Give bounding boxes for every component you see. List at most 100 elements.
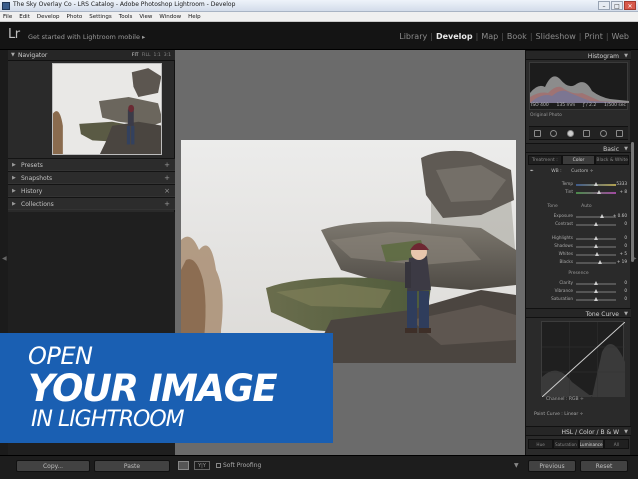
vibrance-slider[interactable]: Vibrance 0: [528, 288, 629, 296]
blacks-slider[interactable]: Blacks + 19: [528, 259, 629, 267]
auto-button[interactable]: Auto: [581, 204, 591, 209]
tint-knob[interactable]: [597, 190, 601, 194]
exposure-slider[interactable]: Exposure + 0.60: [528, 213, 629, 221]
hsl-tab-saturation[interactable]: Saturation: [553, 439, 579, 449]
clarity-value[interactable]: 0: [624, 280, 627, 285]
shadows-value[interactable]: 0: [624, 243, 627, 248]
graduated-filter-icon[interactable]: [583, 129, 591, 137]
saturation-value[interactable]: 0: [624, 296, 627, 301]
highlights-slider[interactable]: Highlights 0: [528, 235, 629, 243]
soft-proofing-checkbox[interactable]: Soft Proofing: [216, 462, 261, 469]
temp-slider[interactable]: Temp 5333: [528, 181, 629, 189]
module-develop[interactable]: Develop: [433, 32, 476, 41]
history-section[interactable]: ▶ History ×: [8, 184, 175, 197]
original-photo-checkbox[interactable]: Original Photo: [530, 113, 562, 118]
tint-value[interactable]: + 8: [619, 189, 627, 194]
menu-help[interactable]: Help: [188, 12, 201, 21]
plus-icon[interactable]: +: [164, 174, 170, 182]
reset-button[interactable]: Reset: [580, 460, 628, 472]
navigator-preview[interactable]: [52, 63, 162, 155]
collections-section[interactable]: ▶ Collections +: [8, 197, 175, 210]
highlights-value[interactable]: 0: [624, 235, 627, 240]
hsl-tab-luminance[interactable]: Luminance: [578, 439, 604, 449]
module-library[interactable]: Library: [396, 32, 430, 41]
highlights-knob[interactable]: [594, 236, 598, 240]
hsl-tab-all[interactable]: All: [603, 439, 629, 449]
navigator-header[interactable]: ▼ Navigator FIT FILL 1:1 3:1: [8, 50, 175, 61]
module-web[interactable]: Web: [609, 32, 632, 41]
contrast-knob[interactable]: [594, 222, 598, 226]
loupe-view-icon[interactable]: [178, 461, 189, 470]
exposure-knob[interactable]: [600, 214, 604, 218]
tone-curve-graph[interactable]: [541, 321, 625, 397]
wb-dropdown[interactable]: Custom ÷: [571, 169, 593, 174]
zoom-fit[interactable]: FIT: [132, 53, 139, 58]
adjustment-brush-icon[interactable]: [616, 129, 624, 137]
red-eye-icon[interactable]: [566, 129, 574, 137]
menu-tools[interactable]: Tools: [119, 12, 133, 21]
maximize-button[interactable]: □: [611, 1, 623, 10]
tone-curve-channel[interactable]: Channel : RGB ÷: [546, 397, 584, 402]
menu-view[interactable]: View: [139, 12, 152, 21]
spot-removal-icon[interactable]: [550, 129, 558, 137]
tone-curve-header[interactable]: Tone Curve ▼: [526, 308, 631, 318]
plus-icon[interactable]: +: [164, 200, 170, 208]
whites-value[interactable]: + 5: [619, 251, 627, 256]
module-slideshow[interactable]: Slideshow: [533, 32, 579, 41]
menu-develop[interactable]: Develop: [37, 12, 60, 21]
presets-section[interactable]: ▶ Presets +: [8, 158, 175, 171]
paste-button[interactable]: Paste: [94, 460, 170, 472]
basic-header[interactable]: Basic ▼: [526, 143, 631, 153]
vibrance-knob[interactable]: [594, 289, 598, 293]
clarity-knob[interactable]: [594, 281, 598, 285]
blacks-value[interactable]: + 19: [617, 259, 627, 264]
menu-photo[interactable]: Photo: [67, 12, 83, 21]
menu-edit[interactable]: Edit: [19, 12, 30, 21]
saturation-knob[interactable]: [594, 297, 598, 301]
temp-knob[interactable]: [594, 182, 598, 186]
hsl-tab-hue[interactable]: Hue: [528, 439, 554, 449]
exposure-value[interactable]: + 0.60: [613, 213, 627, 218]
shadows-slider[interactable]: Shadows 0: [528, 243, 629, 251]
right-panel-scrollbar[interactable]: [631, 142, 634, 262]
shadows-knob[interactable]: [594, 244, 598, 248]
snapshots-section[interactable]: ▶ Snapshots +: [8, 171, 175, 184]
x-icon[interactable]: ×: [164, 187, 170, 195]
menu-window[interactable]: Window: [159, 12, 181, 21]
vibrance-value[interactable]: 0: [624, 288, 627, 293]
module-map[interactable]: Map: [478, 32, 501, 41]
blacks-knob[interactable]: [598, 260, 602, 264]
crop-tool-icon[interactable]: [533, 129, 541, 137]
hsl-header[interactable]: HSL / Color / B & W ▼: [526, 426, 631, 436]
mobile-prompt-link[interactable]: Get started with Lightroom mobile ▸: [28, 33, 145, 41]
zoom-fill[interactable]: FILL: [142, 53, 151, 58]
plus-icon[interactable]: +: [164, 161, 170, 169]
menu-file[interactable]: File: [3, 12, 12, 21]
contrast-value[interactable]: 0: [624, 221, 627, 226]
eyedropper-icon[interactable]: ✒: [530, 169, 534, 174]
treatment-bw[interactable]: Black & White: [595, 155, 630, 165]
toolbar-menu-icon[interactable]: ▼: [514, 462, 519, 469]
histogram-header[interactable]: Histogram ▼: [526, 50, 631, 60]
close-button[interactable]: ✕: [624, 1, 636, 10]
menu-settings[interactable]: Settings: [89, 12, 112, 21]
main-photo[interactable]: [181, 140, 516, 363]
tint-slider[interactable]: Tint + 8: [528, 189, 629, 197]
treatment-color[interactable]: Color: [561, 155, 596, 165]
before-after-view-button[interactable]: Y|Y: [194, 461, 210, 470]
minimize-button[interactable]: –: [598, 1, 610, 10]
clarity-slider[interactable]: Clarity 0: [528, 280, 629, 288]
temp-value[interactable]: 5333: [616, 181, 627, 186]
saturation-slider[interactable]: Saturation 0: [528, 296, 629, 304]
zoom-3-1[interactable]: 3:1: [164, 53, 171, 58]
previous-button[interactable]: Previous: [528, 460, 576, 472]
zoom-1-1[interactable]: 1:1: [154, 53, 161, 58]
copy-button[interactable]: Copy...: [16, 460, 90, 472]
point-curve-dropdown[interactable]: Point Curve : Linear ÷: [534, 412, 583, 417]
whites-knob[interactable]: [595, 252, 599, 256]
whites-slider[interactable]: Whites + 5: [528, 251, 629, 259]
module-book[interactable]: Book: [504, 32, 530, 41]
radial-filter-icon[interactable]: [599, 129, 607, 137]
module-print[interactable]: Print: [581, 32, 605, 41]
contrast-slider[interactable]: Contrast 0: [528, 221, 629, 229]
